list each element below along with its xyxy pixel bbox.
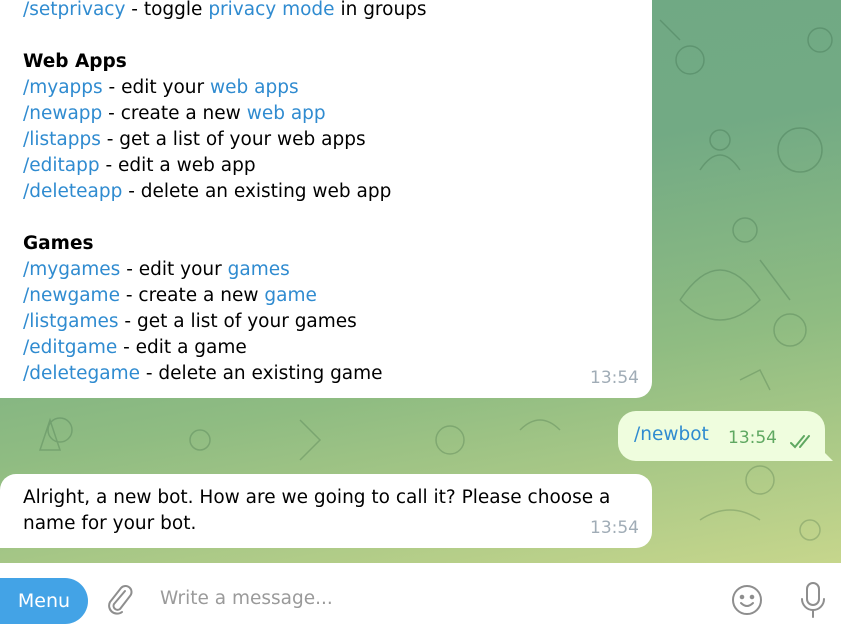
message-input[interactable] — [160, 581, 700, 615]
bot-help-message: /setprivacy - toggle privacy mode in gro… — [0, 0, 652, 398]
chat-area: /setprivacy - toggle privacy mode in gro… — [0, 0, 841, 563]
command-line: /editapp - edit a web app — [23, 153, 628, 179]
bot-command-link[interactable]: /setprivacy — [23, 0, 125, 20]
command-description: - toggle — [125, 0, 209, 20]
help-lines: /setprivacy - toggle privacy mode in gro… — [23, 0, 628, 387]
command-description: - create a new — [102, 103, 247, 124]
command-description: - get a list of your web apps — [100, 129, 366, 150]
command-description: - edit a game — [117, 337, 247, 358]
section-heading: Games — [23, 233, 94, 254]
emoji-icon[interactable] — [730, 583, 764, 621]
command-line: /setprivacy - toggle privacy mode in gro… — [23, 0, 628, 23]
inline-link[interactable]: web app — [247, 103, 326, 124]
double-check-icon — [790, 433, 814, 454]
command-line: /deletegame - delete an existing game — [23, 361, 628, 387]
bot-command-link[interactable]: /newgame — [23, 285, 120, 306]
command-description: - create a new — [119, 285, 265, 306]
bot-command-link[interactable]: /deletegame — [23, 363, 140, 384]
message-time: 13:54 — [590, 518, 639, 538]
command-description: in groups — [334, 0, 427, 20]
command-description: - delete an existing web app — [122, 181, 392, 202]
bot-command-link[interactable]: /myapps — [23, 77, 103, 98]
microphone-icon[interactable] — [798, 581, 828, 623]
bot-command-link[interactable]: /newbot — [634, 424, 709, 445]
inline-link[interactable]: game — [264, 285, 316, 306]
command-description: - edit your — [120, 259, 228, 280]
message-text-line: name for your bot. — [23, 513, 197, 534]
bot-reply-message: Alright, a new bot. How are we going to … — [0, 474, 652, 548]
bot-command-link[interactable]: /listapps — [23, 129, 101, 150]
message-composer: Menu — [0, 563, 841, 628]
message-text-line: Alright, a new bot. How are we going to … — [23, 487, 611, 508]
command-line: /listgames - get a list of your games — [23, 309, 628, 335]
command-line: /listapps - get a list of your web apps — [23, 127, 628, 153]
bot-command-link[interactable]: /editgame — [23, 337, 117, 358]
inline-link[interactable]: games — [228, 259, 290, 280]
section-heading: Web Apps — [23, 51, 127, 72]
command-line: /myapps - edit your web apps — [23, 75, 628, 101]
paperclip-icon[interactable] — [104, 584, 136, 620]
command-description: - delete an existing game — [140, 363, 383, 384]
command-description: - edit your — [102, 77, 210, 98]
inline-link[interactable]: privacy mode — [208, 0, 334, 20]
command-line: /deleteapp - delete an existing web app — [23, 179, 628, 205]
command-line: /mygames - edit your games — [23, 257, 628, 283]
command-line: /newapp - create a new web app — [23, 101, 628, 127]
bot-command-link[interactable]: /editapp — [23, 155, 100, 176]
bot-menu-button[interactable]: Menu — [0, 578, 88, 624]
bot-command-link[interactable]: /listgames — [23, 311, 119, 332]
bot-command-link[interactable]: /newapp — [23, 103, 102, 124]
user-message-newbot: /newbot 13:54 — [618, 411, 825, 461]
message-time: 13:54 — [590, 368, 639, 388]
message-time: 13:54 — [728, 428, 777, 448]
command-description: - get a list of your games — [118, 311, 357, 332]
command-line: /newgame - create a new game — [23, 283, 628, 309]
command-line: /editgame - edit a game — [23, 335, 628, 361]
bot-command-link[interactable]: /deleteapp — [23, 181, 122, 202]
bot-command-link[interactable]: /mygames — [23, 259, 120, 280]
inline-link[interactable]: web apps — [210, 77, 299, 98]
command-description: - edit a web app — [99, 155, 256, 176]
